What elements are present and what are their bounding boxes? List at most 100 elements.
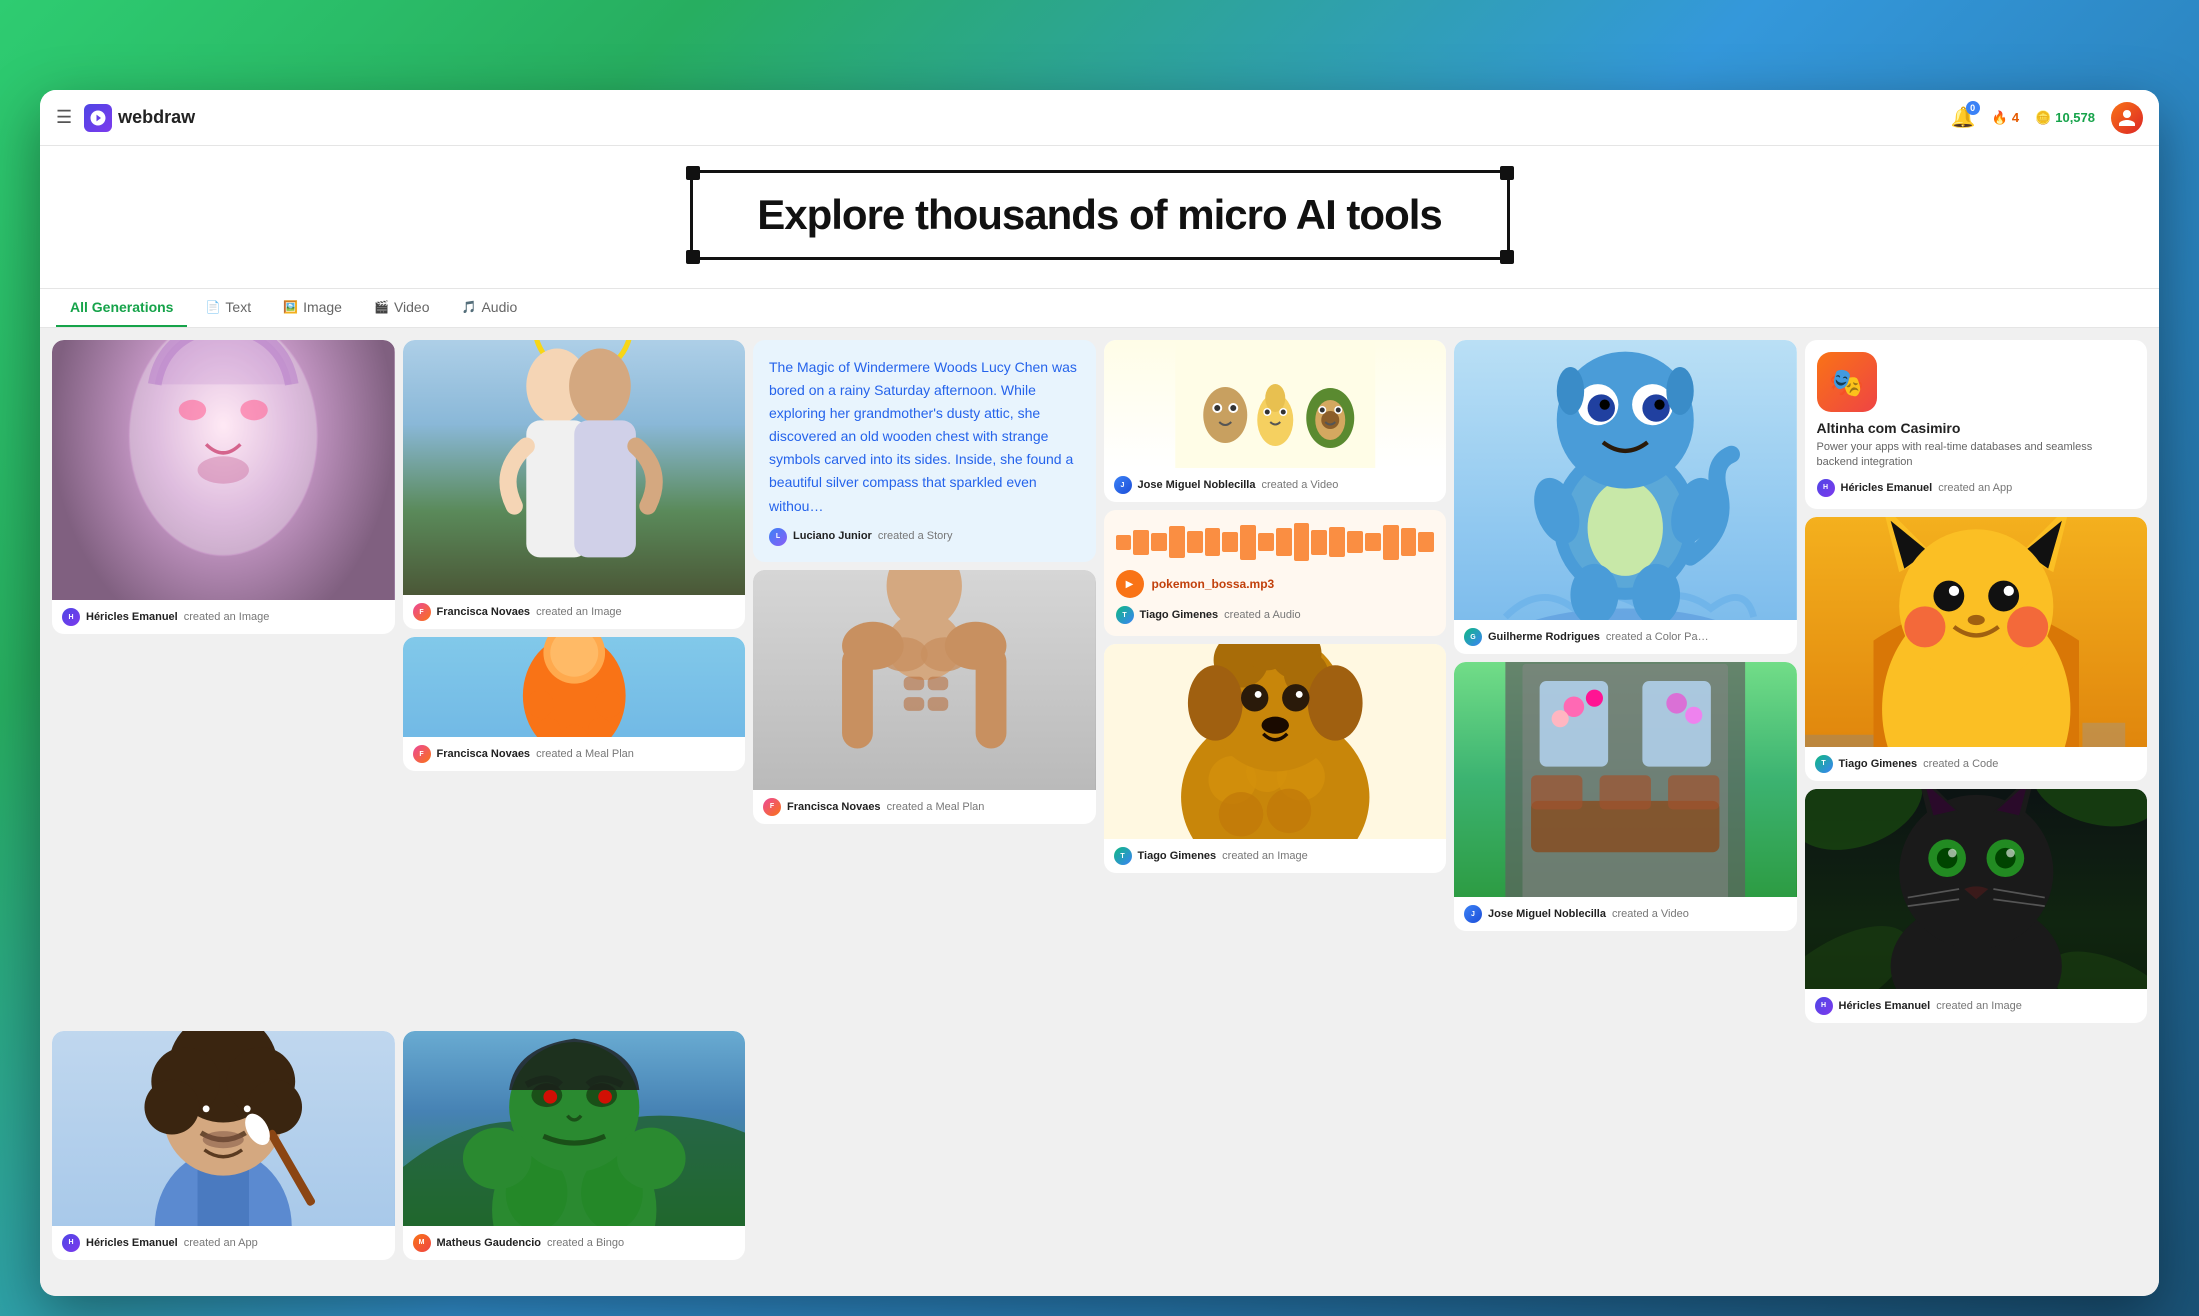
app-name: Altinha com Casimiro [1817,420,2136,436]
card-story-avatar: L [769,528,787,546]
card-dog-footer: T Tiago Gimenes created an Image [1104,839,1447,873]
col-5: G Guilherme Rodrigues created a Color Pa… [1454,340,1797,931]
card-crystal-face[interactable]: H Héricles Emanuel created an Image [52,340,395,634]
notification-bell[interactable]: 🔔 0 [1951,105,1976,130]
tab-text-label: Text [225,299,251,315]
hulk-avatar: M [413,1234,431,1252]
image-tab-icon: 🖼️ [283,300,298,314]
masonry-grid: H Héricles Emanuel created an Image [52,340,2147,1023]
card-author-avatar: H [62,608,80,626]
card-squirtle[interactable]: G Guilherme Rodrigues created a Color Pa… [1454,340,1797,654]
audio-tab-icon: 🎵 [462,300,477,314]
bob-ross-footer: H Héricles Emanuel created an App [52,1226,395,1260]
panther-footer: H Héricles Emanuel created an Image [1805,989,2148,1023]
audio-filename: pokemon_bossa.mp3 [1152,577,1275,591]
card-author-avatar-astro: F [413,745,431,763]
dog-author-avatar: T [1114,847,1132,865]
app-author-avatar: H [1817,479,1835,497]
card-fruits-footer: J Jose Miguel Noblecilla created a Video [1104,468,1447,502]
tab-image-label: Image [303,299,342,315]
train-avatar: J [1464,905,1482,923]
wave-bar [1329,527,1345,557]
panther-avatar: H [1815,997,1833,1015]
header-right: 🔔 0 🔥 4 🪙 10,578 [1951,102,2143,134]
corner-br [1500,250,1514,264]
col-2: F Francisca Novaes created an Image [403,340,746,771]
card-pikachu[interactable]: T Tiago Gimenes created a Code [1805,517,2148,781]
hero-box: Explore thousands of micro AI tools [690,170,1510,260]
audio-controls: ▶ pokemon_bossa.mp3 [1116,570,1435,598]
card-embrace[interactable]: F Francisca Novaes created an Image [403,340,746,629]
wave-bar [1133,530,1149,555]
wave-bar [1240,525,1256,560]
app-desc: Power your apps with real-time databases… [1817,440,2136,471]
notification-badge: 0 [1966,101,1980,115]
card-altinha-app[interactable]: 🎭 Altinha com Casimiro Power your apps w… [1805,340,2148,509]
hulk-footer: M Matheus Gaudencio created a Bingo [403,1226,746,1260]
card-story[interactable]: The Magic of Windermere Woods Lucy Chen … [753,340,1096,562]
wave-bar [1365,533,1381,551]
wave-bar [1116,535,1132,550]
train-footer: J Jose Miguel Noblecilla created a Video [1454,897,1797,931]
tab-audio[interactable]: 🎵 Audio [448,289,532,327]
play-button[interactable]: ▶ [1116,570,1144,598]
pikachu-avatar: T [1815,755,1833,773]
col-4: J Jose Miguel Noblecilla created a Video [1104,340,1447,873]
tab-audio-label: Audio [481,299,517,315]
app-name: webdraw [118,107,195,128]
wave-bar [1276,528,1292,556]
col-6: 🎭 Altinha com Casimiro Power your apps w… [1805,340,2148,1023]
header: ☰ webdraw 🔔 0 🔥 4 🪙 10,578 [40,90,2159,146]
wave-bar [1151,533,1167,551]
col-3: The Magic of Windermere Woods Lucy Chen … [753,340,1096,824]
wave-bar [1383,525,1399,560]
user-avatar[interactable] [2111,102,2143,134]
card-embrace-footer: F Francisca Novaes created an Image [403,595,746,629]
story-footer: L Luciano Junior created a Story [769,518,1080,546]
wave-bar [1294,523,1310,561]
app-footer: H Héricles Emanuel created an App [1817,471,2136,497]
card-dog[interactable]: T Tiago Gimenes created an Image [1104,644,1447,873]
card-train[interactable]: J Jose Miguel Noblecilla created a Video [1454,662,1797,931]
card-crystal-face-footer: H Héricles Emanuel created an Image [52,600,395,634]
tab-text[interactable]: 📄 Text [191,289,265,327]
logo: webdraw [84,104,195,132]
tab-image[interactable]: 🖼️ Image [269,289,356,327]
card-bodybuilder[interactable]: F Francisca Novaes created a Meal Plan [753,570,1096,824]
video-tab-icon: 🎬 [374,300,389,314]
pikachu-footer: T Tiago Gimenes created a Code [1805,747,2148,781]
wave-bar [1258,533,1274,551]
wave-bar [1311,530,1327,555]
wave-bar [1205,528,1221,556]
content-area[interactable]: H Héricles Emanuel created an Image [40,328,2159,1296]
wave-bar [1347,531,1363,553]
audio-author-avatar: T [1116,606,1134,624]
tab-video[interactable]: 🎬 Video [360,289,444,327]
card-fruits[interactable]: J Jose Miguel Noblecilla created a Video [1104,340,1447,502]
card-hulk[interactable]: M Matheus Gaudencio created a Bingo [403,1031,746,1260]
squirtle-avatar: G [1464,628,1482,646]
wave-bar [1222,532,1238,552]
hero-title: Explore thousands of micro AI tools [723,191,1477,239]
squirtle-footer: G Guilherme Rodrigues created a Color Pa… [1454,620,1797,654]
wave-bar [1187,531,1203,553]
wave-bar [1401,528,1417,556]
tab-all-generations[interactable]: All Generations [56,289,187,327]
card-bodybuilder-footer: F Francisca Novaes created a Meal Plan [753,790,1096,824]
hero-banner: Explore thousands of micro AI tools [40,146,2159,289]
card-bob-ross[interactable]: H Héricles Emanuel created an App [52,1031,395,1260]
menu-icon[interactable]: ☰ [56,107,72,128]
bob-ross-avatar: H [62,1234,80,1252]
app-icon: 🎭 [1817,352,1877,412]
tab-all-label: All Generations [70,299,173,315]
card-body-avatar: F [763,798,781,816]
audio-waveform [1116,522,1435,562]
card-panther[interactable]: H Héricles Emanuel created an Image [1805,789,2148,1023]
corner-bl [686,250,700,264]
card-astronaut[interactable]: F Francisca Novaes created a Meal Plan [403,637,746,771]
logo-icon [84,104,112,132]
card-audio[interactable]: ▶ pokemon_bossa.mp3 T Tiago Gimenes crea… [1104,510,1447,636]
card-fruits-avatar: J [1114,476,1132,494]
card-astronaut-footer: F Francisca Novaes created a Meal Plan [403,737,746,771]
audio-footer: T Tiago Gimenes created a Audio [1116,598,1435,624]
